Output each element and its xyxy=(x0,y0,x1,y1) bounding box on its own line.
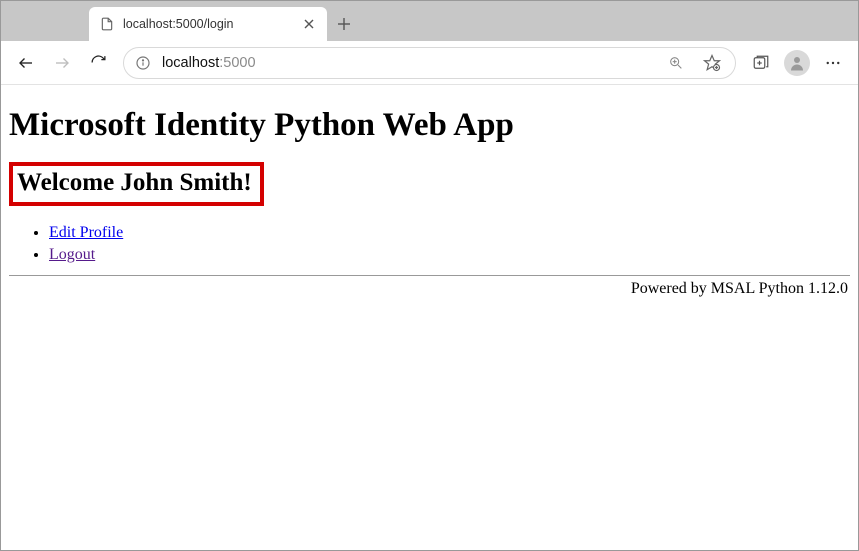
refresh-button[interactable] xyxy=(81,46,115,80)
nav-link-list: Edit Profile Logout xyxy=(9,222,850,265)
more-menu-icon[interactable] xyxy=(816,46,850,80)
zoom-icon[interactable] xyxy=(663,50,689,76)
logout-link[interactable]: Logout xyxy=(49,246,95,263)
forward-button[interactable] xyxy=(45,46,79,80)
list-item: Logout xyxy=(49,244,850,266)
close-tab-icon[interactable] xyxy=(301,16,317,32)
collections-icon[interactable] xyxy=(744,46,778,80)
tab-strip: localhost:5000/login xyxy=(1,1,858,41)
welcome-highlight: Welcome John Smith! xyxy=(9,162,264,206)
profile-avatar[interactable] xyxy=(780,46,814,80)
edit-profile-link[interactable]: Edit Profile xyxy=(49,224,123,241)
footer-text: Powered by MSAL Python 1.12.0 xyxy=(9,280,850,298)
page-title: Microsoft Identity Python Web App xyxy=(9,107,850,144)
back-button[interactable] xyxy=(9,46,43,80)
avatar-icon xyxy=(784,50,810,76)
favorite-icon[interactable] xyxy=(699,50,725,76)
site-info-icon[interactable] xyxy=(134,54,152,72)
browser-tab[interactable]: localhost:5000/login xyxy=(89,7,327,41)
address-url: localhost:5000 xyxy=(162,55,256,71)
browser-toolbar: localhost:5000 xyxy=(1,41,858,85)
page-content: Microsoft Identity Python Web App Welcom… xyxy=(1,85,858,306)
page-icon xyxy=(99,16,115,32)
list-item: Edit Profile xyxy=(49,222,850,244)
url-host: localhost xyxy=(162,55,219,71)
divider xyxy=(9,275,850,276)
welcome-heading: Welcome John Smith! xyxy=(17,169,252,197)
url-rest: :5000 xyxy=(219,55,255,71)
address-bar[interactable]: localhost:5000 xyxy=(123,47,736,79)
tab-title: localhost:5000/login xyxy=(123,17,293,31)
new-tab-button[interactable] xyxy=(327,7,361,41)
